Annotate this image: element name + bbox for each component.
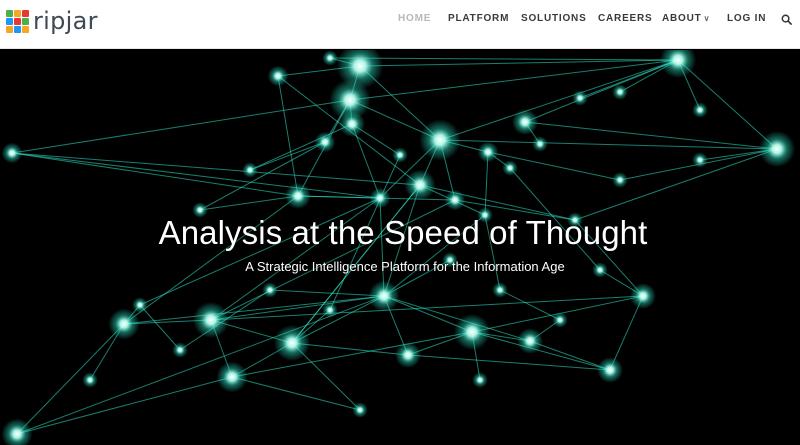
- hero-banner: Analysis at the Speed of Thought A Strat…: [0, 50, 800, 445]
- network-edge: [231, 376, 361, 411]
- logo-square: [6, 17, 13, 25]
- top-navbar: ripjar HOME PLATFORM SOLUTIONS CAREERS A…: [0, 0, 800, 49]
- network-node: [216, 361, 248, 393]
- hero-title: Analysis at the Speed of Thought: [158, 214, 648, 251]
- hero-subtitle: A Strategic Intelligence Platform for th…: [245, 259, 565, 274]
- network-node: [552, 312, 568, 328]
- network-node: [404, 169, 436, 201]
- network-edge: [439, 59, 679, 141]
- network-edge: [277, 75, 299, 197]
- network-node: [132, 297, 148, 313]
- logo-square: [6, 25, 13, 33]
- chevron-down-icon: ∨: [703, 14, 711, 23]
- network-node: [352, 402, 368, 418]
- network-node: [368, 280, 400, 312]
- nav-about-label: ABOUT: [662, 13, 702, 24]
- search-icon[interactable]: [781, 14, 792, 25]
- network-node: [444, 189, 466, 211]
- network-node: [692, 102, 708, 118]
- logo-text: ripjar: [33, 7, 98, 35]
- network-edge: [269, 289, 385, 297]
- network-node: [477, 141, 499, 163]
- network-node: [419, 119, 461, 161]
- network-node: [314, 131, 336, 153]
- logo-square: [14, 9, 21, 17]
- network-node: [453, 313, 491, 351]
- network-edge: [16, 376, 233, 435]
- network-edge: [16, 323, 125, 435]
- network-node: [322, 50, 338, 66]
- network-node: [1, 142, 23, 164]
- network-node: [242, 162, 258, 178]
- network-node: [758, 130, 796, 168]
- network-node: [262, 282, 278, 298]
- network-edge: [677, 59, 778, 150]
- network-node: [172, 342, 188, 358]
- logo-square: [14, 17, 21, 25]
- nav-solutions[interactable]: SOLUTIONS: [521, 13, 587, 24]
- network-node: [267, 65, 289, 87]
- nav-login[interactable]: LOG IN: [727, 13, 766, 24]
- network-node: [630, 283, 656, 309]
- network-node: [532, 136, 548, 152]
- ripjar-logo[interactable]: ripjar: [6, 8, 98, 34]
- network-node: [659, 50, 697, 79]
- network-edge: [139, 304, 181, 351]
- network-edge: [407, 354, 611, 371]
- logo-grid-icon: [6, 9, 29, 33]
- network-node: [273, 324, 311, 362]
- network-node: [339, 111, 365, 137]
- nav-about[interactable]: ABOUT ∨: [662, 13, 710, 24]
- network-node: [492, 282, 508, 298]
- network-edge: [574, 148, 778, 221]
- network-node: [572, 90, 588, 106]
- network-edge: [249, 141, 326, 171]
- network-node: [692, 152, 708, 168]
- logo-square: [22, 9, 29, 17]
- network-edge: [11, 152, 421, 186]
- network-edge: [249, 123, 353, 171]
- network-edge: [199, 195, 299, 211]
- nav-platform[interactable]: PLATFORM: [448, 13, 509, 24]
- logo-square: [14, 25, 21, 33]
- network-node: [192, 301, 230, 339]
- network-edge: [359, 59, 679, 67]
- network-node: [512, 109, 538, 135]
- network-edge: [524, 121, 778, 150]
- network-node: [597, 357, 623, 383]
- network-node: [472, 372, 488, 388]
- network-edge: [11, 99, 351, 154]
- network-edge: [11, 152, 381, 199]
- network-node: [395, 342, 421, 368]
- nav-home[interactable]: HOME: [398, 13, 431, 24]
- network-node: [612, 172, 628, 188]
- network-node: [322, 302, 338, 318]
- network-node: [285, 183, 311, 209]
- logo-square: [22, 25, 29, 33]
- nav-careers[interactable]: CAREERS: [598, 13, 653, 24]
- logo-square: [6, 9, 13, 17]
- network-node: [82, 372, 98, 388]
- network-node: [517, 328, 543, 354]
- network-edge: [210, 295, 385, 321]
- network-node: [612, 84, 628, 100]
- network-node: [392, 147, 408, 163]
- logo-square: [22, 17, 29, 25]
- network-node: [502, 160, 518, 176]
- network-node: [108, 308, 140, 340]
- network-node: [369, 187, 391, 209]
- network-edge: [231, 331, 473, 378]
